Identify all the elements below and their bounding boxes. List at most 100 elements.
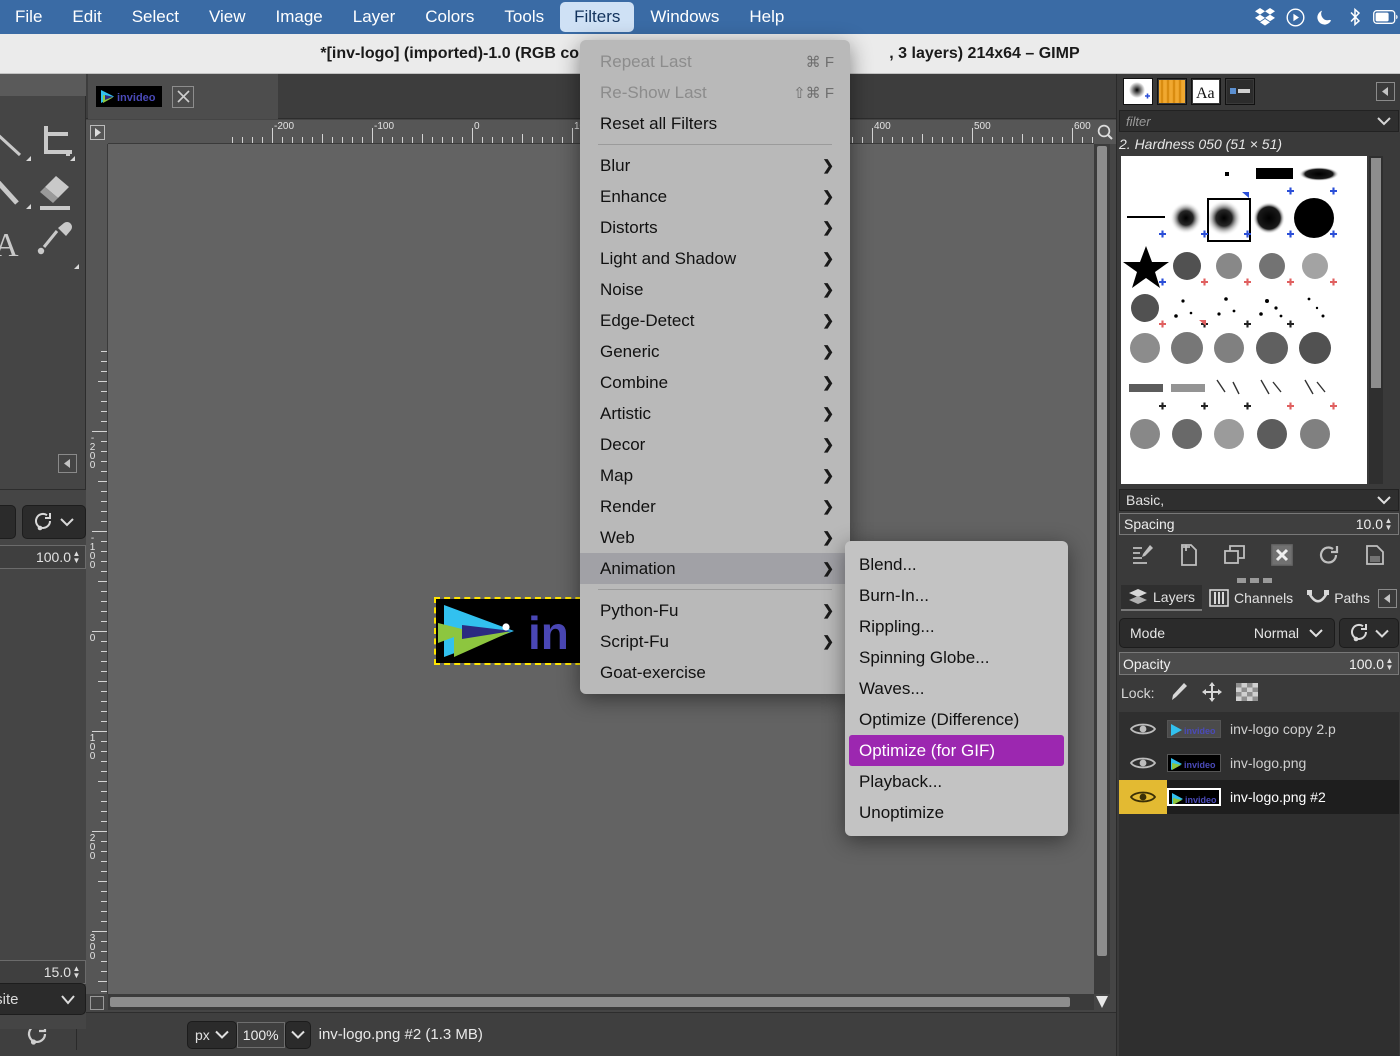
menu-item-optimize-difference[interactable]: Optimize (Difference): [845, 704, 1068, 735]
open-brush-as-image-icon[interactable]: [1365, 544, 1387, 569]
battery-icon[interactable]: [1370, 0, 1400, 34]
brush-filter-input[interactable]: filter: [1119, 110, 1399, 132]
spacing-slider[interactable]: Spacing 10.0 ▲ ▼: [1119, 513, 1399, 535]
menu-item-noise[interactable]: Noise ❯: [580, 274, 850, 305]
crop-tool-icon[interactable]: [36, 124, 74, 162]
layer-mode-reset-button[interactable]: [1339, 618, 1399, 648]
menu-item-enhance[interactable]: Enhance ❯: [580, 181, 850, 212]
toolbox-collapse-button[interactable]: [58, 454, 77, 473]
lock-alpha-checker-icon[interactable]: [1236, 682, 1259, 704]
table-row[interactable]: invideo inv-logo copy 2.p: [1119, 712, 1399, 746]
media-play-icon[interactable]: [1280, 0, 1310, 34]
layer-mode-dropdown[interactable]: Mode Normal: [1119, 618, 1335, 648]
menu-item-reshow-last[interactable]: Re-Show Last ⇧⌘ F: [580, 77, 850, 108]
close-icon[interactable]: [172, 85, 194, 108]
menu-help[interactable]: Help: [735, 2, 798, 32]
tab-channels[interactable]: Channels: [1202, 585, 1300, 611]
spacing-spinner-icon[interactable]: ▲ ▼: [1383, 516, 1394, 532]
animation-submenu[interactable]: Blend... Burn-In... Rippling... Spinning…: [845, 541, 1068, 836]
layer-visibility-eye-icon[interactable]: [1119, 746, 1167, 780]
dark-mode-moon-icon[interactable]: [1310, 0, 1340, 34]
table-row[interactable]: invideo inv-logo.png: [1119, 746, 1399, 780]
brushes-tab-icon[interactable]: [1123, 77, 1153, 105]
tab-paths[interactable]: Paths: [1300, 585, 1377, 611]
menu-item-reset-all-filters[interactable]: Reset all Filters: [580, 108, 850, 139]
menu-image[interactable]: Image: [262, 2, 337, 32]
menu-view[interactable]: View: [195, 2, 260, 32]
menu-item-repeat-last[interactable]: Repeat Last ⌘ F: [580, 46, 850, 77]
navigate-zoom-icon[interactable]: [1094, 120, 1116, 144]
menu-item-python-fu[interactable]: Python-Fu ❯: [580, 595, 850, 626]
dropbox-icon[interactable]: [1250, 0, 1280, 34]
eraser-tool-icon[interactable]: [34, 174, 74, 214]
menu-item-unoptimize[interactable]: Unoptimize: [845, 797, 1068, 828]
menu-item-rippling[interactable]: Rippling...: [845, 611, 1068, 642]
menu-item-decor[interactable]: Decor ❯: [580, 429, 850, 460]
image-tab[interactable]: invideo: [88, 74, 278, 119]
navigation-preview-icon[interactable]: [1094, 994, 1110, 1010]
ruler-origin-button[interactable]: [86, 120, 108, 144]
vertical-scrollbar[interactable]: [1094, 144, 1110, 994]
layer-visibility-eye-icon[interactable]: [1119, 712, 1167, 746]
menu-item-light-and-shadow[interactable]: Light and Shadow ❯: [580, 243, 850, 274]
tool-options-value-15[interactable]: 15.0 ▲ ▼: [0, 960, 86, 984]
menu-item-edge-detect[interactable]: Edge-Detect ❯: [580, 305, 850, 336]
menu-item-script-fu[interactable]: Script-Fu ❯: [580, 626, 850, 657]
dock-collapse-button[interactable]: [1376, 81, 1395, 101]
lock-position-move-icon[interactable]: [1202, 681, 1223, 705]
layer-list[interactable]: invideo inv-logo copy 2.p invideo inv-lo…: [1119, 712, 1399, 1056]
menu-item-waves[interactable]: Waves...: [845, 673, 1068, 704]
brush-grid-scroll-thumb[interactable]: [1371, 158, 1381, 388]
layer-visibility-eye-icon[interactable]: [1119, 780, 1167, 814]
filters-dropdown-menu[interactable]: Repeat Last ⌘ F Re-Show Last ⇧⌘ F Reset …: [580, 40, 850, 694]
fonts-tab-icon[interactable]: Aa: [1191, 77, 1221, 105]
menu-item-blur[interactable]: Blur ❯: [580, 150, 850, 181]
menu-item-spinning-globe[interactable]: Spinning Globe...: [845, 642, 1068, 673]
v-scroll-thumb[interactable]: [1097, 146, 1107, 956]
menu-item-blend[interactable]: Blend...: [845, 549, 1068, 580]
menu-item-optimize-for-gif[interactable]: Optimize (for GIF): [849, 735, 1064, 766]
menu-item-combine[interactable]: Combine ❯: [580, 367, 850, 398]
measure-tool-icon[interactable]: [0, 129, 28, 163]
refresh-brushes-icon[interactable]: [1318, 544, 1340, 569]
zoom-dropdown[interactable]: [284, 1020, 311, 1049]
duplicate-brush-icon[interactable]: [1223, 544, 1246, 568]
menu-windows[interactable]: Windows: [636, 2, 733, 32]
h-scroll-thumb[interactable]: [110, 997, 1070, 1007]
menu-tools[interactable]: Tools: [490, 2, 558, 32]
paths-tool-icon[interactable]: [0, 179, 28, 213]
brush-grid[interactable]: [1121, 156, 1367, 484]
menu-item-artistic[interactable]: Artistic ❯: [580, 398, 850, 429]
opacity-slider[interactable]: Opacity 100.0 ▲ ▼: [1119, 652, 1399, 675]
tool-options-reset-button[interactable]: [22, 505, 86, 539]
tool-options-composite-dropdown[interactable]: mposite: [0, 983, 86, 1015]
menu-item-render[interactable]: Render ❯: [580, 491, 850, 522]
horizontal-scrollbar[interactable]: [108, 994, 1094, 1010]
text-tool-icon[interactable]: A: [0, 226, 28, 262]
layers-collapse-button[interactable]: [1378, 588, 1397, 608]
spinner-icon-2[interactable]: ▲ ▼: [71, 964, 82, 980]
menu-colors[interactable]: Colors: [411, 2, 488, 32]
vertical-ruler[interactable]: -200 -100 0 100 200 300: [86, 144, 108, 994]
lock-pixels-brush-icon[interactable]: [1168, 682, 1188, 705]
menu-edit[interactable]: Edit: [58, 2, 115, 32]
brush-tags-dropdown[interactable]: Basic,: [1119, 489, 1399, 511]
new-brush-icon[interactable]: [1179, 543, 1199, 569]
menu-layer[interactable]: Layer: [339, 2, 410, 32]
menu-item-burn-in[interactable]: Burn-In...: [845, 580, 1068, 611]
color-picker-tool-icon[interactable]: [36, 221, 76, 263]
menu-item-goat-exercise[interactable]: Goat-exercise: [580, 657, 850, 688]
menu-select[interactable]: Select: [118, 2, 193, 32]
tool-options-value-100[interactable]: 100.0 ▲ ▼: [0, 545, 86, 569]
delete-brush-icon[interactable]: [1270, 543, 1293, 569]
menu-file[interactable]: File: [1, 2, 56, 32]
tab-layers[interactable]: Layers: [1121, 585, 1203, 611]
bluetooth-icon[interactable]: [1340, 0, 1370, 34]
quick-mask-icon[interactable]: [90, 996, 104, 1010]
tool-options-preset-button[interactable]: [0, 505, 16, 539]
menu-item-playback[interactable]: Playback...: [845, 766, 1068, 797]
menu-item-map[interactable]: Map ❯: [580, 460, 850, 491]
patterns-tab-icon[interactable]: [1157, 77, 1187, 105]
menu-item-generic[interactable]: Generic ❯: [580, 336, 850, 367]
menu-filters[interactable]: Filters: [560, 1, 635, 33]
